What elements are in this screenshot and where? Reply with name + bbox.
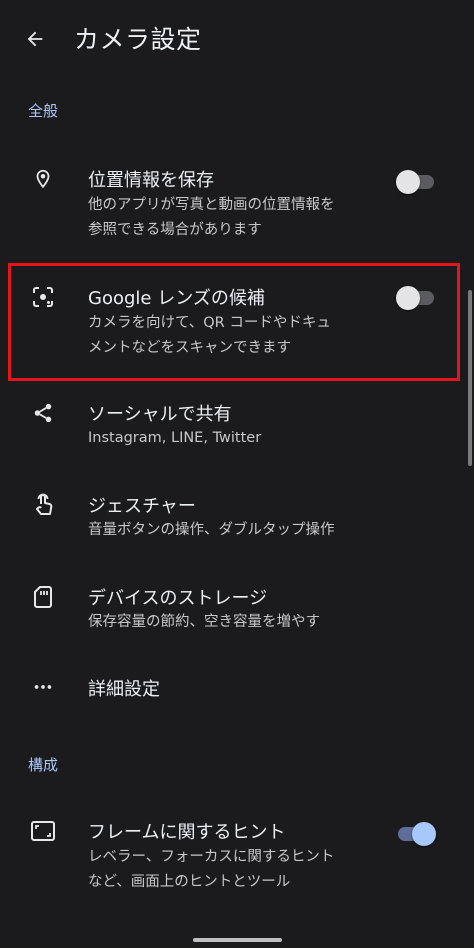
toggle-thumb [396,170,420,194]
setting-social-share[interactable]: ソーシャルで共有 Instagram, LINE, Twitter [0,396,466,460]
setting-gestures[interactable]: ジェスチャー 音量ボタンの操作、ダブルタップ操作 [0,488,466,552]
setting-summary-line1: 音量ボタンの操作、ダブルタップ操作 [88,522,335,538]
setting-label: ジェスチャー [88,496,196,517]
back-button[interactable] [18,22,52,56]
app-bar: カメラ設定 [0,0,474,80]
setting-advanced[interactable]: 詳細設定 [0,670,466,710]
section-header-composition: 構成 [28,756,59,774]
highlight-box [8,263,460,381]
setting-summary-line1: Instagram, LINE, Twitter [88,430,262,446]
setting-label: ソーシャルで共有 [88,404,232,425]
setting-label: 位置情報を保存 [88,170,214,191]
more-horiz-icon [26,670,60,704]
setting-summary-line1: レベラー、フォーカスに関するヒント [88,849,335,865]
setting-device-storage[interactable]: デバイスのストレージ 保存容量の節約、空き容量を増やす [0,580,466,644]
gesture-icon [26,488,60,522]
setting-label: フレームに関するヒント [88,822,286,843]
save-location-toggle[interactable] [396,170,436,194]
sd-card-icon [26,580,60,614]
location-pin-icon [26,162,60,196]
setting-label: デバイスのストレージ [88,588,268,609]
toggle-thumb [412,822,436,846]
setting-save-location[interactable]: 位置情報を保存 他のアプリが写真と動画の位置情報を 参照できる場合があります [0,160,466,250]
setting-label: 詳細設定 [88,679,160,700]
setting-summary-line2: など、画面上のヒントとツール [88,874,291,890]
frame-icon [26,814,60,848]
setting-frame-hints[interactable]: フレームに関するヒント レベラー、フォーカスに関するヒント など、画面上のヒント… [0,814,466,904]
setting-summary-line2: 参照できる場合があります [88,222,262,238]
setting-summary-line1: 他のアプリが写真と動画の位置情報を [88,197,335,213]
setting-summary-line1: 保存容量の節約、空き容量を増やす [88,614,320,630]
gesture-nav-bar[interactable] [193,938,282,942]
scrollbar[interactable] [468,290,472,466]
page-title: カメラ設定 [74,25,202,54]
frame-hints-toggle[interactable] [396,822,436,846]
section-header-general: 全般 [28,102,59,120]
arrow-back-icon [27,31,43,47]
share-icon [26,396,60,430]
